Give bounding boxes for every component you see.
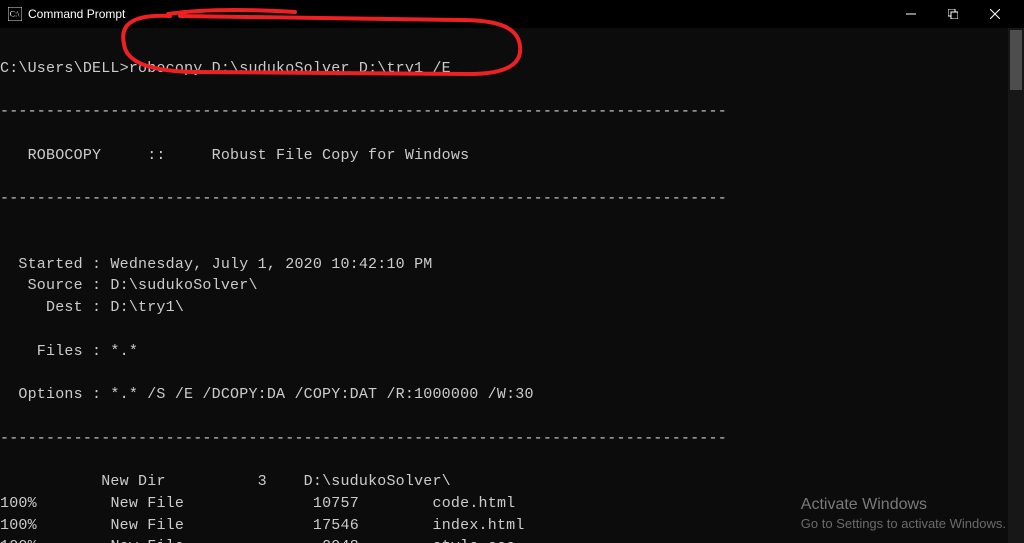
divider-line: ----------------------------------------… <box>0 103 727 120</box>
file-row-pct: 100% <box>0 538 37 543</box>
divider-line: ----------------------------------------… <box>0 190 727 207</box>
prompt-command: robocopy D:\sudukoSolver D:\try1 /E <box>129 60 451 77</box>
file-row-size: 2948 <box>322 538 359 543</box>
activate-windows-watermark: Activate Windows Go to Settings to activ… <box>801 495 1006 533</box>
vertical-scrollbar[interactable] <box>1008 28 1024 543</box>
file-row-status: New File <box>110 538 184 543</box>
watermark-subtitle: Go to Settings to activate Windows. <box>801 516 1006 533</box>
options-label: Options : <box>0 386 101 403</box>
started-label: Started : <box>0 256 101 273</box>
cmd-icon: C:\ <box>8 7 22 21</box>
watermark-title: Activate Windows <box>801 495 1006 516</box>
robocopy-header: ROBOCOPY :: Robust File Copy for Windows <box>0 147 469 164</box>
file-row-name: style.css <box>433 538 516 543</box>
files-value: *.* <box>101 343 138 360</box>
window-controls <box>890 0 1016 28</box>
maximize-button[interactable] <box>932 0 974 28</box>
file-row-name: code.html <box>433 495 516 512</box>
file-row-status: New File <box>110 517 184 534</box>
source-label: Source : <box>0 277 101 294</box>
started-value: Wednesday, July 1, 2020 10:42:10 PM <box>101 256 432 273</box>
minimize-button[interactable] <box>890 0 932 28</box>
source-value: D:\sudukoSolver\ <box>101 277 257 294</box>
files-label: Files : <box>0 343 101 360</box>
options-value: *.* /S /E /DCOPY:DA /COPY:DAT /R:1000000… <box>101 386 533 403</box>
file-row-pct: 100% <box>0 495 37 512</box>
divider-line: ----------------------------------------… <box>0 430 727 447</box>
svg-text:C:\: C:\ <box>10 10 20 19</box>
window-titlebar: C:\ Command Prompt <box>0 0 1024 28</box>
window-title: Command Prompt <box>28 7 125 21</box>
dir-line: New Dir 3 D:\sudukoSolver\ <box>0 473 451 490</box>
file-row-name: index.html <box>433 517 525 534</box>
file-row-size: 10757 <box>313 495 359 512</box>
terminal-area: C:\Users\DELL>robocopy D:\sudukoSolver D… <box>0 28 1024 543</box>
close-button[interactable] <box>974 0 1016 28</box>
dest-value: D:\try1\ <box>101 299 184 316</box>
file-row-size: 17546 <box>313 517 359 534</box>
scrollbar-thumb[interactable] <box>1010 30 1022 90</box>
file-row-status: New File <box>110 495 184 512</box>
prompt-path: C:\Users\DELL> <box>0 60 129 77</box>
terminal-output[interactable]: C:\Users\DELL>robocopy D:\sudukoSolver D… <box>0 28 1008 543</box>
file-row-pct: 100% <box>0 517 37 534</box>
dest-label: Dest : <box>0 299 101 316</box>
